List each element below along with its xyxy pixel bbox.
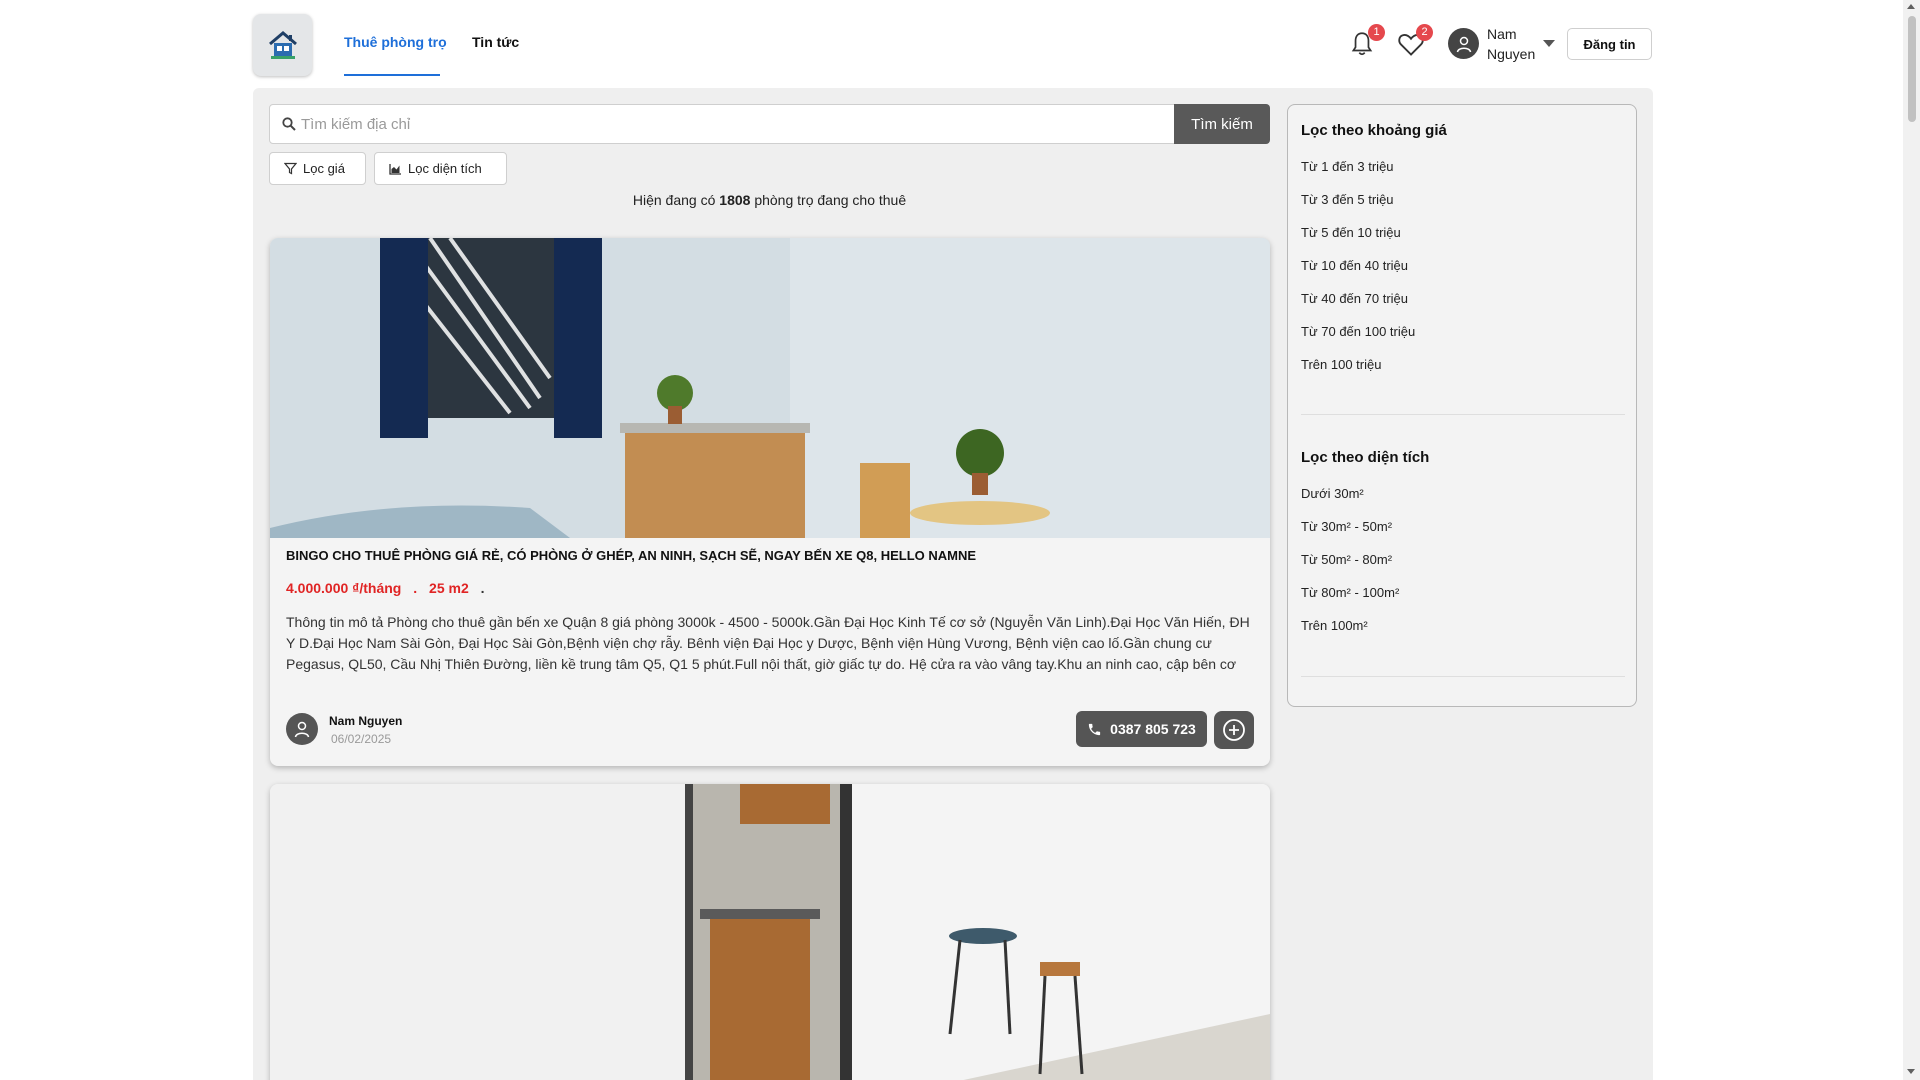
- listing-count: 1808: [719, 192, 751, 208]
- price-range-item[interactable]: Từ 40 đến 70 triệu: [1301, 291, 1408, 306]
- scroll-down-arrow-icon[interactable]: [1907, 1069, 1915, 1074]
- listing-card[interactable]: [270, 784, 1270, 1080]
- listing-description: Thông tin mô tả Phòng cho thuê gần bến x…: [286, 614, 1250, 672]
- listing-count-summary: Hiện đang có 1808 phòng trọ đang cho thu…: [269, 192, 1270, 208]
- price-filter-label: Lọc giá: [303, 161, 345, 176]
- price-range-item[interactable]: Từ 5 đến 10 triệu: [1301, 225, 1401, 240]
- filter-sidebar: Lọc theo khoảng giá Từ 1 đến 3 triệu Từ …: [1287, 104, 1637, 707]
- page-scrollbar[interactable]: [1903, 0, 1920, 1080]
- area-filter-title: Lọc theo diện tích: [1301, 449, 1430, 466]
- area-range-item[interactable]: Trên 100m²: [1301, 618, 1368, 633]
- top-header: Thuê phòng trọ Tin tức 1 2 Nam Nguyen Đă…: [0, 0, 1920, 88]
- count-suffix: phòng trọ đang cho thuê: [754, 192, 907, 208]
- add-more-button[interactable]: [1214, 711, 1254, 749]
- area-range-item[interactable]: Từ 30m² - 50m²: [1301, 519, 1392, 534]
- author-avatar: [286, 713, 318, 745]
- price-range-item[interactable]: Từ 70 đến 100 triệu: [1301, 324, 1415, 339]
- room-photo-image: [270, 238, 1270, 538]
- call-phone-button[interactable]: 0387 805 723: [1076, 711, 1207, 747]
- price-range-item[interactable]: Từ 1 đến 3 triệu: [1301, 159, 1394, 174]
- listing-price-row: 4.000.000 ₫/tháng . 25 m2 .: [286, 580, 485, 596]
- listing-photo[interactable]: [270, 238, 1270, 538]
- notifications-button[interactable]: 1: [1349, 24, 1385, 58]
- search-bar: [269, 104, 1175, 144]
- area-range-item[interactable]: Dưới 30m²: [1301, 486, 1364, 501]
- favorites-badge: 2: [1416, 24, 1433, 41]
- tab-news[interactable]: Tin tức: [472, 34, 519, 50]
- area-chart-icon: [389, 163, 401, 175]
- user-name[interactable]: Nam Nguyen: [1487, 24, 1551, 64]
- price-separator: .: [413, 580, 418, 596]
- phone-icon: [1089, 723, 1101, 735]
- search-icon: [282, 117, 296, 131]
- listing-title[interactable]: BINGO CHO THUÊ PHÒNG GIÁ RẺ, CÓ PHÒNG Ở …: [286, 548, 1256, 563]
- search-input[interactable]: [301, 111, 1161, 137]
- scrollbar-thumb[interactable]: [1908, 16, 1916, 122]
- section-divider: [1301, 414, 1625, 415]
- user-icon: [1456, 36, 1471, 52]
- area-range-item[interactable]: Từ 80m² - 100m²: [1301, 585, 1399, 600]
- listing-card[interactable]: BINGO CHO THUÊ PHÒNG GIÁ RẺ, CÓ PHÒNG Ở …: [270, 238, 1270, 766]
- search-button[interactable]: Tìm kiếm: [1174, 104, 1270, 144]
- home-logo[interactable]: [253, 14, 312, 76]
- post-listing-button[interactable]: Đăng tin: [1567, 28, 1652, 60]
- user-icon: [294, 721, 310, 738]
- house-logo-icon: [268, 31, 297, 59]
- area-filter-button[interactable]: Lọc diện tích: [374, 152, 507, 185]
- area-filter-label: Lọc diện tích: [408, 161, 482, 176]
- funnel-icon: [284, 162, 297, 175]
- price-range-item[interactable]: Trên 100 triệu: [1301, 357, 1381, 372]
- plus-circle-icon: [1223, 719, 1245, 741]
- price-range-item[interactable]: Từ 10 đến 40 triệu: [1301, 258, 1408, 273]
- count-prefix: Hiện đang có: [632, 192, 716, 208]
- room-photo-image: [270, 784, 1270, 1080]
- listing-price: 4.000.000 ₫/tháng: [286, 580, 402, 596]
- phone-number: 0387 805 723: [1110, 721, 1196, 737]
- price-range-item[interactable]: Từ 3 đến 5 triệu: [1301, 192, 1394, 207]
- scroll-up-arrow-icon[interactable]: [1907, 4, 1915, 9]
- chevron-down-icon[interactable]: [1543, 40, 1555, 47]
- author-name: Nam Nguyen: [329, 714, 403, 728]
- price-filter-button[interactable]: Lọc giá: [269, 152, 366, 185]
- listing-area: 25 m2: [429, 580, 469, 596]
- active-tab-indicator: [344, 74, 440, 76]
- area-range-item[interactable]: Từ 50m² - 80m²: [1301, 552, 1392, 567]
- post-date: 06/02/2025: [331, 732, 392, 746]
- tab-rent-rooms[interactable]: Thuê phòng trọ: [344, 34, 447, 50]
- user-avatar[interactable]: [1448, 28, 1479, 59]
- price-filter-title: Lọc theo khoảng giá: [1301, 122, 1447, 139]
- area-separator: .: [480, 580, 485, 596]
- section-divider: [1301, 676, 1625, 677]
- notifications-badge: 1: [1368, 24, 1385, 41]
- favorites-button[interactable]: 2: [1397, 24, 1433, 58]
